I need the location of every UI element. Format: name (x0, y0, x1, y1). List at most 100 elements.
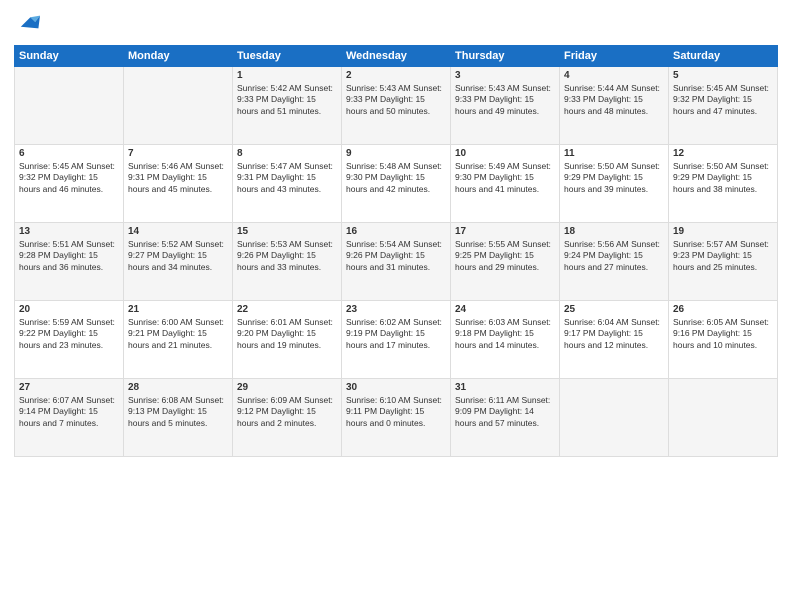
day-info: Sunrise: 5:50 AM Sunset: 9:29 PM Dayligh… (564, 161, 664, 195)
logo (14, 10, 40, 39)
week-row-4: 20 Sunrise: 5:59 AM Sunset: 9:22 PM Dayli… (15, 300, 778, 378)
day-number: 19 (673, 226, 773, 237)
day-info: Sunrise: 5:49 AM Sunset: 9:30 PM Dayligh… (455, 161, 555, 195)
day-number: 30 (346, 382, 446, 393)
day-info: Sunrise: 6:07 AM Sunset: 9:14 PM Dayligh… (19, 395, 119, 429)
calendar-cell: 28Sunrise: 6:08 AM Sunset: 9:13 PM Dayli… (124, 378, 233, 456)
calendar-cell: 11 Sunrise: 5:50 AM Sunset: 9:29 PM Dayli… (560, 144, 669, 222)
calendar-cell (15, 66, 124, 144)
day-info: Sunrise: 6:00 AM Sunset: 9:21 PM Dayligh… (128, 317, 228, 351)
day-info: Sunrise: 5:48 AM Sunset: 9:30 PM Dayligh… (346, 161, 446, 195)
day-number: 17 (455, 226, 555, 237)
page: SundayMondayTuesdayWednesdayThursdayFrid… (0, 0, 792, 612)
day-info: Sunrise: 5:55 AM Sunset: 9:25 PM Dayligh… (455, 239, 555, 273)
calendar-cell: 22 Sunrise: 6:01 AM Sunset: 9:20 PM Dayli… (233, 300, 342, 378)
day-info: Sunrise: 5:59 AM Sunset: 9:22 PM Dayligh… (19, 317, 119, 351)
calendar-cell: 29Sunrise: 6:09 AM Sunset: 9:12 PM Dayli… (233, 378, 342, 456)
day-number: 29 (237, 382, 337, 393)
day-number: 23 (346, 304, 446, 315)
calendar-cell: 16Sunrise: 5:54 AM Sunset: 9:26 PM Dayli… (342, 222, 451, 300)
day-info: Sunrise: 5:43 AM Sunset: 9:33 PM Dayligh… (455, 83, 555, 117)
day-number: 14 (128, 226, 228, 237)
day-info: Sunrise: 5:45 AM Sunset: 9:32 PM Dayligh… (673, 83, 773, 117)
day-info: Sunrise: 6:02 AM Sunset: 9:19 PM Dayligh… (346, 317, 446, 351)
day-number: 27 (19, 382, 119, 393)
day-number: 4 (564, 70, 664, 81)
day-number: 2 (346, 70, 446, 81)
day-number: 31 (455, 382, 555, 393)
day-number: 7 (128, 148, 228, 159)
day-info: Sunrise: 5:52 AM Sunset: 9:27 PM Dayligh… (128, 239, 228, 273)
calendar-cell: 23 Sunrise: 6:02 AM Sunset: 9:19 PM Dayli… (342, 300, 451, 378)
day-info: Sunrise: 6:04 AM Sunset: 9:17 PM Dayligh… (564, 317, 664, 351)
day-info: Sunrise: 5:47 AM Sunset: 9:31 PM Dayligh… (237, 161, 337, 195)
calendar-cell: 12Sunrise: 5:50 AM Sunset: 9:29 PM Dayli… (669, 144, 778, 222)
week-row-1: 1 Sunrise: 5:42 AM Sunset: 9:33 PM Daylig… (15, 66, 778, 144)
day-number: 1 (237, 70, 337, 81)
header-day-sunday: Sunday (15, 45, 124, 66)
day-info: Sunrise: 5:56 AM Sunset: 9:24 PM Dayligh… (564, 239, 664, 273)
day-number: 20 (19, 304, 119, 315)
calendar-cell: 25Sunrise: 6:04 AM Sunset: 9:17 PM Dayli… (560, 300, 669, 378)
calendar-cell: 27 Sunrise: 6:07 AM Sunset: 9:14 PM Dayli… (15, 378, 124, 456)
day-number: 15 (237, 226, 337, 237)
day-number: 11 (564, 148, 664, 159)
logo-bird-icon (16, 10, 40, 34)
calendar-cell: 20 Sunrise: 5:59 AM Sunset: 9:22 PM Dayli… (15, 300, 124, 378)
day-number: 22 (237, 304, 337, 315)
header-day-friday: Friday (560, 45, 669, 66)
header-row: SundayMondayTuesdayWednesdayThursdayFrid… (15, 45, 778, 66)
week-row-2: 6 Sunrise: 5:45 AM Sunset: 9:32 PM Daylig… (15, 144, 778, 222)
day-info: Sunrise: 5:44 AM Sunset: 9:33 PM Dayligh… (564, 83, 664, 117)
week-row-3: 13 Sunrise: 5:51 AM Sunset: 9:28 PM Dayli… (15, 222, 778, 300)
day-number: 24 (455, 304, 555, 315)
day-number: 5 (673, 70, 773, 81)
calendar-cell: 1 Sunrise: 5:42 AM Sunset: 9:33 PM Daylig… (233, 66, 342, 144)
day-info: Sunrise: 5:43 AM Sunset: 9:33 PM Dayligh… (346, 83, 446, 117)
calendar-cell: 19Sunrise: 5:57 AM Sunset: 9:23 PM Dayli… (669, 222, 778, 300)
calendar-cell: 18Sunrise: 5:56 AM Sunset: 9:24 PM Dayli… (560, 222, 669, 300)
header-day-wednesday: Wednesday (342, 45, 451, 66)
calendar-cell: 14 Sunrise: 5:52 AM Sunset: 9:27 PM Dayli… (124, 222, 233, 300)
day-info: Sunrise: 5:45 AM Sunset: 9:32 PM Dayligh… (19, 161, 119, 195)
day-number: 3 (455, 70, 555, 81)
calendar-cell: 9 Sunrise: 5:48 AM Sunset: 9:30 PM Daylig… (342, 144, 451, 222)
calendar-cell: 5 Sunrise: 5:45 AM Sunset: 9:32 PM Daylig… (669, 66, 778, 144)
day-info: Sunrise: 5:53 AM Sunset: 9:26 PM Dayligh… (237, 239, 337, 273)
day-number: 10 (455, 148, 555, 159)
day-info: Sunrise: 5:46 AM Sunset: 9:31 PM Dayligh… (128, 161, 228, 195)
header-day-tuesday: Tuesday (233, 45, 342, 66)
calendar-cell (124, 66, 233, 144)
day-info: Sunrise: 5:42 AM Sunset: 9:33 PM Dayligh… (237, 83, 337, 117)
calendar-cell: 31 Sunrise: 6:11 AM Sunset: 9:09 PM Dayli… (451, 378, 560, 456)
calendar-cell: 7 Sunrise: 5:46 AM Sunset: 9:31 PM Daylig… (124, 144, 233, 222)
calendar-cell: 3 Sunrise: 5:43 AM Sunset: 9:33 PM Daylig… (451, 66, 560, 144)
calendar-cell: 10 Sunrise: 5:49 AM Sunset: 9:30 PM Dayli… (451, 144, 560, 222)
day-info: Sunrise: 6:08 AM Sunset: 9:13 PM Dayligh… (128, 395, 228, 429)
calendar-cell: 15 Sunrise: 5:53 AM Sunset: 9:26 PM Dayli… (233, 222, 342, 300)
day-info: Sunrise: 5:51 AM Sunset: 9:28 PM Dayligh… (19, 239, 119, 273)
calendar-cell: 17 Sunrise: 5:55 AM Sunset: 9:25 PM Dayli… (451, 222, 560, 300)
calendar-cell: 4 Sunrise: 5:44 AM Sunset: 9:33 PM Daylig… (560, 66, 669, 144)
calendar-cell (669, 378, 778, 456)
day-number: 9 (346, 148, 446, 159)
calendar-cell: 21 Sunrise: 6:00 AM Sunset: 9:21 PM Dayli… (124, 300, 233, 378)
logo-text (14, 10, 40, 39)
day-number: 8 (237, 148, 337, 159)
day-info: Sunrise: 6:11 AM Sunset: 9:09 PM Dayligh… (455, 395, 555, 429)
calendar-cell: 8 Sunrise: 5:47 AM Sunset: 9:31 PM Daylig… (233, 144, 342, 222)
day-number: 21 (128, 304, 228, 315)
day-number: 16 (346, 226, 446, 237)
header-day-monday: Monday (124, 45, 233, 66)
calendar-cell: 24Sunrise: 6:03 AM Sunset: 9:18 PM Dayli… (451, 300, 560, 378)
day-number: 26 (673, 304, 773, 315)
day-number: 13 (19, 226, 119, 237)
header (14, 10, 778, 39)
day-number: 6 (19, 148, 119, 159)
calendar-cell: 2 Sunrise: 5:43 AM Sunset: 9:33 PM Daylig… (342, 66, 451, 144)
header-day-thursday: Thursday (451, 45, 560, 66)
week-row-5: 27 Sunrise: 6:07 AM Sunset: 9:14 PM Dayli… (15, 378, 778, 456)
day-info: Sunrise: 6:01 AM Sunset: 9:20 PM Dayligh… (237, 317, 337, 351)
calendar-cell: 13 Sunrise: 5:51 AM Sunset: 9:28 PM Dayli… (15, 222, 124, 300)
day-info: Sunrise: 6:05 AM Sunset: 9:16 PM Dayligh… (673, 317, 773, 351)
